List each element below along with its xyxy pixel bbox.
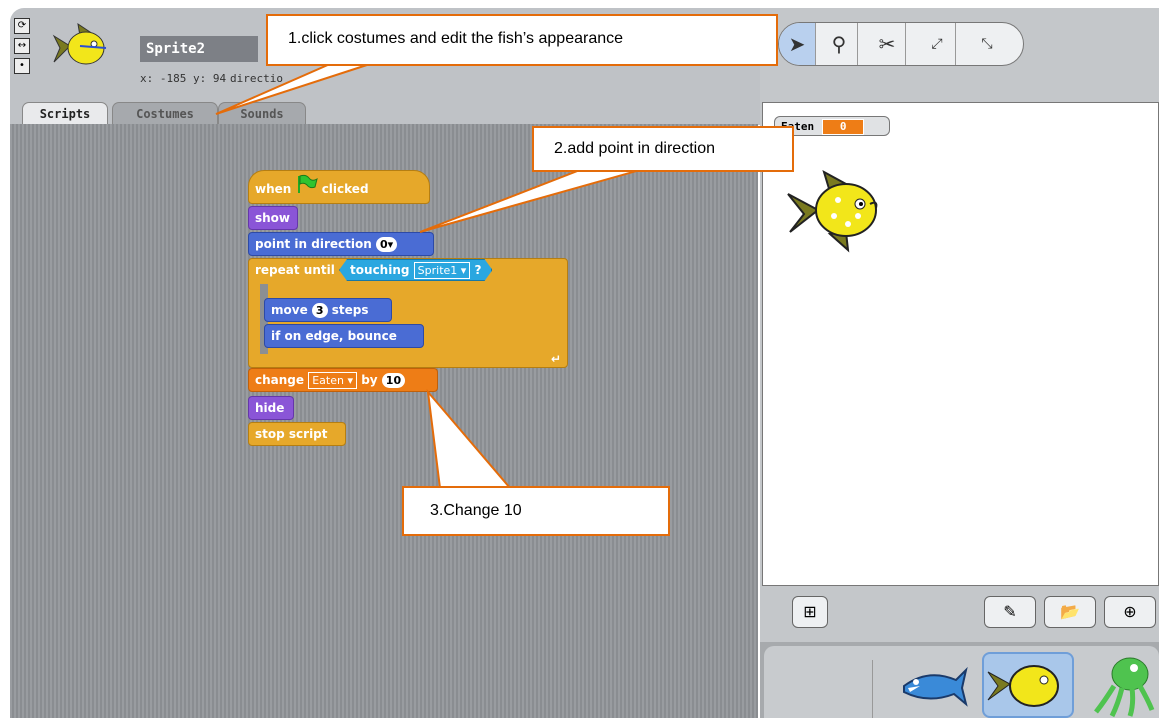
bounce-block[interactable]: if on edge, bounce	[264, 324, 424, 348]
scissors-icon[interactable]: ✂	[869, 23, 906, 65]
when-label: when	[255, 182, 292, 196]
by-label: by	[361, 373, 378, 387]
presentation-mode-icon[interactable]: ⊞	[792, 596, 828, 628]
shrink-icon[interactable]: ⤡	[969, 23, 1005, 65]
touching-sensor[interactable]: touching Sprite1 ▾ ?	[339, 259, 492, 281]
tab-costumes[interactable]: Costumes	[112, 102, 218, 125]
when-flag-clicked-block[interactable]: when clicked	[248, 170, 430, 204]
steps-label: steps	[331, 303, 369, 317]
tab-scripts[interactable]: Scripts	[22, 102, 108, 125]
sprite-coordinates: x: -185 y: 94	[140, 72, 227, 85]
choose-sprite-file-icon[interactable]: 📂	[1044, 596, 1096, 628]
move-steps-input[interactable]: 3	[311, 303, 328, 318]
stop-script-block[interactable]: stop script	[248, 422, 346, 446]
callout-point-direction-text: 2.add point in direction	[554, 140, 715, 157]
octopus-sprite-thumbnail[interactable]	[1086, 652, 1159, 718]
shark-sprite-thumbnail[interactable]	[898, 662, 968, 712]
callout-costumes: 1.click costumes and edit the fish’s app…	[266, 14, 778, 66]
move-steps-block[interactable]: move 3 steps	[264, 298, 392, 322]
arrow-cursor-icon[interactable]: ➤	[779, 23, 816, 65]
change-value-input[interactable]: 10	[381, 373, 406, 388]
change-label: change	[255, 373, 305, 387]
question-mark: ?	[474, 263, 482, 277]
rotation-style-controls: ⟳ ↔ •	[14, 18, 32, 78]
surprise-sprite-icon[interactable]: ⊕	[1104, 596, 1156, 628]
callout-point-direction: 2.add point in direction	[532, 126, 794, 172]
sprite-list-divider	[872, 660, 873, 718]
fish-sprite[interactable]	[786, 168, 886, 258]
move-label: move	[271, 303, 308, 317]
sprite-thumbnail	[50, 18, 110, 78]
touching-label: touching	[350, 263, 410, 277]
change-variable-block[interactable]: change Eaten ▾ by 10	[248, 368, 438, 392]
rotate-all-icon[interactable]: ⟳	[14, 18, 30, 34]
flip-left-right-icon[interactable]: ↔	[14, 38, 30, 54]
show-block[interactable]: show	[248, 206, 298, 230]
touching-target-dropdown[interactable]: Sprite1 ▾	[414, 262, 471, 279]
green-flag-icon	[296, 172, 318, 208]
callout-change-value-text: 3.Change 10	[430, 502, 522, 519]
clicked-label: clicked	[321, 182, 369, 196]
repeat-until-label: repeat until	[255, 263, 335, 277]
loop-arrow-icon: ↵	[550, 352, 561, 366]
callout-costumes-text: 1.click costumes and edit the fish’s app…	[288, 30, 624, 47]
duplicate-stamp-icon[interactable]: ⚲	[821, 23, 858, 65]
hide-block[interactable]: hide	[248, 396, 294, 420]
point-in-direction-label: point in direction	[255, 237, 372, 251]
direction-value-input[interactable]: 0▾	[375, 237, 398, 252]
sprite-direction-label: directio	[230, 72, 283, 85]
scripts-area[interactable]	[10, 124, 758, 718]
callout-change-value: 3.Change 10	[402, 486, 670, 536]
sprite-name-field[interactable]: Sprite2	[140, 36, 258, 62]
variable-dropdown[interactable]: Eaten ▾	[308, 372, 357, 389]
stage-tool-group: ➤ ⚲ ✂ ⤢ ⤡	[778, 22, 1024, 66]
paint-new-sprite-icon[interactable]: ✎	[984, 596, 1036, 628]
grow-icon[interactable]: ⤢	[919, 23, 956, 65]
monitor-value: 0	[822, 119, 865, 135]
tab-sounds[interactable]: Sounds	[218, 102, 306, 125]
fish-sprite-thumbnail-selected[interactable]	[982, 652, 1074, 718]
point-in-direction-block[interactable]: point in direction 0▾	[248, 232, 434, 256]
no-rotate-icon[interactable]: •	[14, 58, 30, 74]
